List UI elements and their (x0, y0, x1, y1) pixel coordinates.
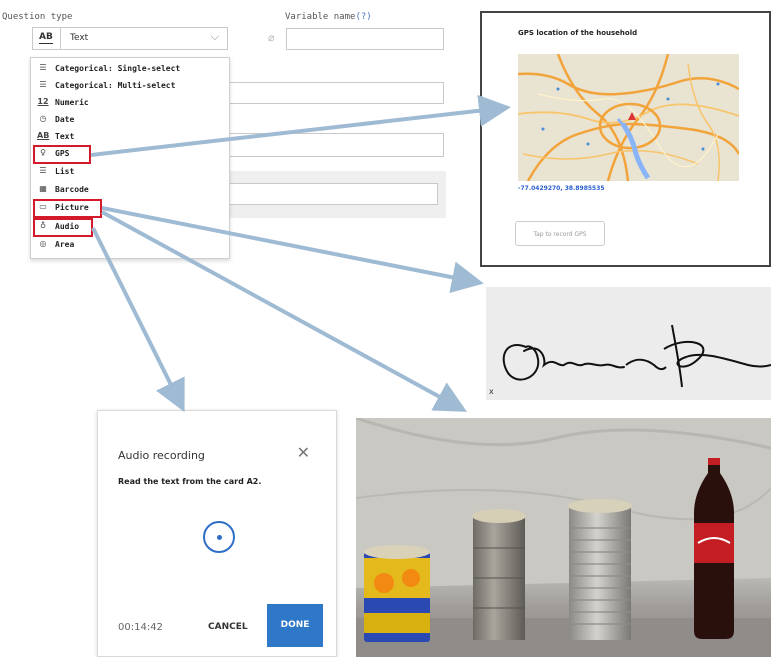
picture-highlight (33, 199, 102, 218)
help-marker[interactable]: (?) (355, 12, 371, 22)
link-icon: ⌀ (268, 31, 275, 44)
variable-name-label: Variable name(?) (285, 12, 372, 22)
variable-name-input[interactable] (286, 28, 444, 50)
signature-x-mark: x (489, 387, 494, 396)
question-type-select[interactable]: AB Text ⌵ (32, 27, 228, 50)
record-gps-button[interactable]: Tap to record GPS (515, 221, 605, 246)
form-field-1[interactable] (228, 82, 444, 104)
area-icon: ◎ (39, 239, 47, 248)
map-image[interactable] (518, 54, 739, 181)
record-indicator-icon[interactable] (203, 521, 235, 553)
selected-type-value: Text (70, 33, 89, 43)
gps-title: GPS location of the household (518, 29, 638, 37)
numeric-icon: 12 (37, 97, 49, 106)
signature-preview: x (486, 287, 771, 400)
question-type-label: Question type (2, 12, 73, 22)
gps-coordinates: -77.0429270, 38.8985535 (518, 185, 605, 192)
audio-instruction: Read the text from the card A2. (118, 477, 262, 486)
audio-recording-dialog: Audio recording ✕ Read the text from the… (97, 410, 337, 657)
gps-preview-card: GPS location of the household -77.042927… (480, 11, 771, 267)
clock-icon: ◷ (39, 114, 47, 123)
map-graphic (518, 54, 739, 181)
done-button[interactable]: DONE (267, 604, 323, 647)
form-field-2[interactable] (228, 133, 444, 157)
picture-preview (356, 418, 771, 657)
variable-name-text: Variable name (285, 12, 356, 22)
audio-highlight (33, 218, 93, 237)
audio-timer: 00:14:42 (118, 622, 163, 633)
form-field-3[interactable] (228, 183, 438, 205)
list-icon: ☰ (39, 63, 47, 72)
cancel-button[interactable]: CANCEL (208, 622, 248, 632)
text-type-icon: AB (39, 32, 53, 44)
list-icon: ☰ (39, 166, 47, 175)
photo-graphic (356, 418, 771, 657)
barcode-icon: ▦ (39, 184, 47, 193)
gps-highlight (33, 145, 91, 164)
close-icon[interactable]: ✕ (297, 443, 310, 462)
list-icon: ☰ (39, 80, 47, 89)
text-icon: AB (37, 131, 50, 140)
chevron-down-icon: ⌵ (210, 30, 219, 43)
signature-graphic (502, 324, 771, 388)
audio-dialog-title: Audio recording (118, 449, 205, 462)
